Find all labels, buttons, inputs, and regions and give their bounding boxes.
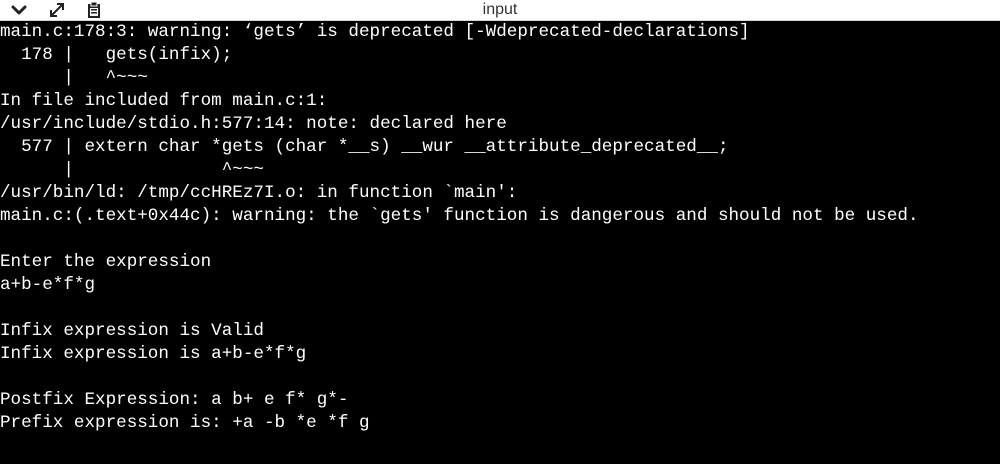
- terminal-line: a+b-e*f*g: [0, 275, 96, 295]
- terminal-line: | ^~~~: [0, 160, 264, 180]
- terminal-line: main.c:(.text+0x44c): warning: the `gets…: [0, 206, 919, 226]
- terminal-line: 577 | extern char *gets (char *__s) __wu…: [0, 137, 729, 157]
- terminal-line: Postfix Expression: a b+ e f* g*-: [0, 390, 349, 410]
- terminal-line: In file included from main.c:1:: [0, 91, 328, 111]
- terminal-line: Infix expression is Valid: [0, 321, 264, 341]
- terminal-line: /usr/bin/ld: /tmp/ccHREz7I.o: in functio…: [0, 183, 518, 203]
- title-bar: input: [0, 0, 1000, 21]
- terminal-output[interactable]: main.c:178:3: warning: ‘gets’ is depreca…: [0, 21, 1000, 464]
- terminal-line: Enter the expression: [0, 252, 212, 272]
- window-title: input: [482, 1, 518, 18]
- terminal-line: 178 | gets(infix);: [0, 45, 233, 65]
- terminal-line: Infix expression is a+b-e*f*g: [0, 344, 307, 364]
- terminal-window: input main.c:178:3: warning: ‘gets’ is d…: [0, 0, 1000, 464]
- terminal-line: /usr/include/stdio.h:577:14: note: decla…: [0, 114, 507, 134]
- terminal-line: Prefix expression is: +a -b *e *f g: [0, 413, 370, 433]
- terminal-line: | ^~~~: [0, 68, 148, 88]
- terminal-line: main.c:178:3: warning: ‘gets’ is depreca…: [0, 22, 750, 42]
